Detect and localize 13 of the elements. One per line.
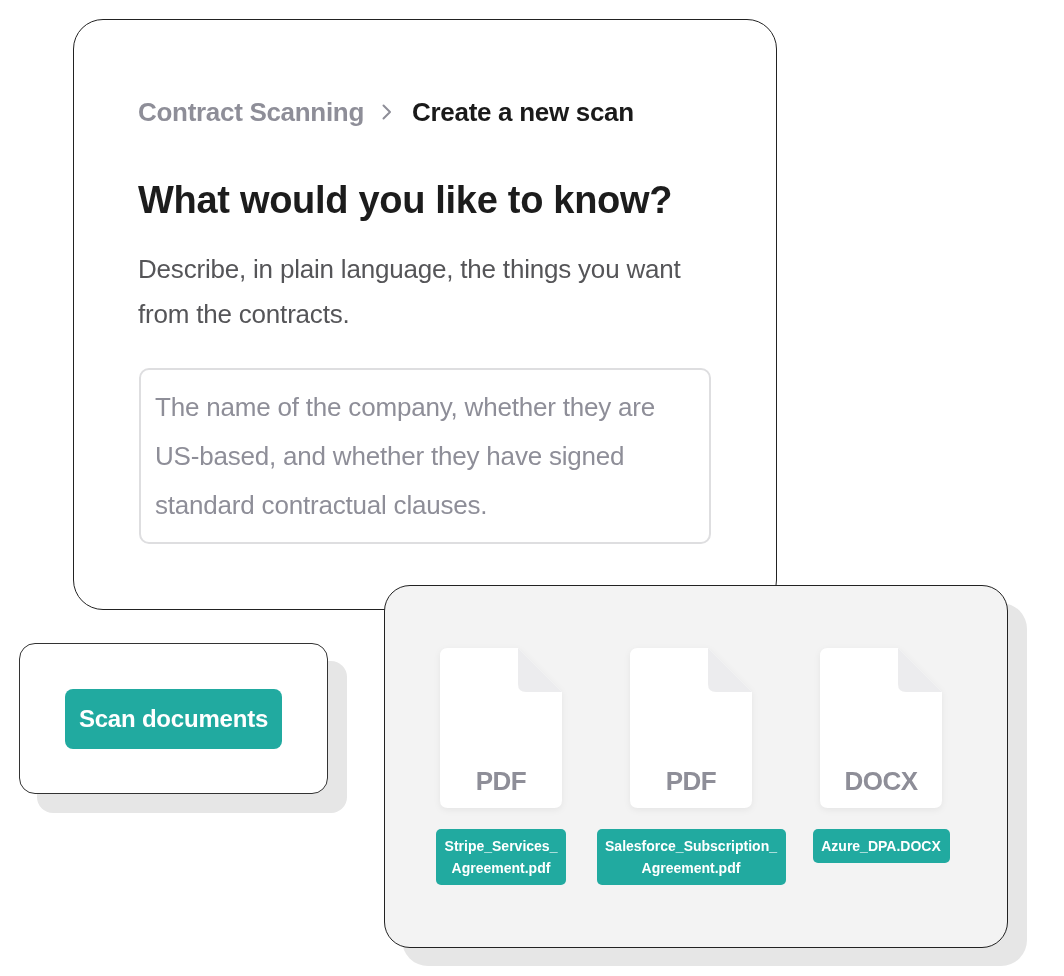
file-type-label: PDF: [664, 766, 718, 796]
description-text: Describe, in plain language, the things you want from the contracts.: [138, 253, 682, 331]
page-heading: What would you like to know?: [138, 178, 674, 223]
file-name-tag: Stripe_Services_Agreement.pdf: [436, 829, 566, 885]
scan-documents-button[interactable]: Scan documents: [64, 688, 283, 749]
breadcrumb-current: Create a new scan: [412, 96, 634, 128]
file-type-label: DOCX: [843, 766, 919, 796]
breadcrumb-link[interactable]: Contract Scanning: [138, 96, 365, 128]
file-name-tag: Salesforce_Subscription_Agreement.pdf: [596, 829, 786, 885]
chevron-right-icon: [382, 104, 393, 120]
query-input-field[interactable]: The name of the company, whether they are US-based, and whether they have signed standard contractual clauses.: [139, 368, 711, 544]
file-name-tag: Azure_DPA.DOCX: [812, 829, 950, 863]
file-type-label: PDF: [474, 766, 528, 796]
